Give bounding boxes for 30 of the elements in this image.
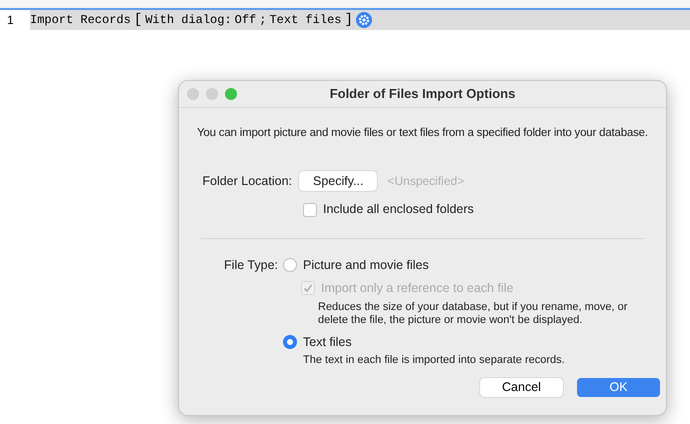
script-text: Off <box>234 12 256 29</box>
radio-label: Text files <box>303 334 352 350</box>
script-text: With dialog: <box>145 12 232 29</box>
option-description: Reduces the size of your database, but if you rename, move, or delete the file, the picture or movie won't be displayed. <box>318 300 628 326</box>
radio-button[interactable] <box>283 258 297 272</box>
radio-label: Picture and movie files <box>303 257 429 274</box>
line-number: 1 <box>0 10 30 30</box>
checkmark-icon <box>303 283 313 294</box>
dialog-title: Folder of Files Import Options <box>328 85 516 104</box>
checkbox-label: Import only a reference to each file <box>321 280 514 297</box>
option-description: The text in each file is imported into separate records. <box>303 354 566 368</box>
close-button[interactable] <box>187 88 199 100</box>
bracket: ] <box>344 10 353 30</box>
script-text: Import Records <box>30 12 131 29</box>
script-text: Text files <box>269 12 342 29</box>
cancel-button[interactable]: Cancel <box>480 378 563 397</box>
radio-button[interactable] <box>283 334 297 349</box>
minimize-button[interactable] <box>206 88 218 100</box>
folder-path: <Unspecified> <box>387 173 464 190</box>
checkbox[interactable] <box>303 202 317 217</box>
folder-location-label: Folder Location: <box>201 172 293 190</box>
specify-button[interactable]: Specify... <box>299 171 378 192</box>
file-type-label: File Type: <box>223 257 279 274</box>
ok-button[interactable]: OK <box>577 378 660 397</box>
settings-icon[interactable] <box>356 12 372 28</box>
checkbox-label: Include all enclosed folders <box>323 201 474 218</box>
script-text: ; <box>259 12 266 29</box>
bracket: [ <box>134 10 142 30</box>
zoom-button[interactable] <box>225 88 237 100</box>
intro-text: You can import picture and movie files or text files from a specified folder into your database. <box>197 126 648 141</box>
